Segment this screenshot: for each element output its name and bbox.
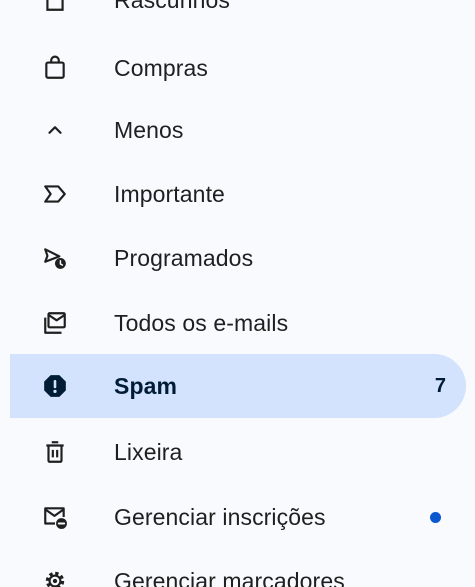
sidebar-item-label: Lixeira — [114, 438, 183, 465]
scheduled-send-icon — [40, 243, 70, 273]
sidebar-nav: Rascunhos Compras Menos Importante — [0, 0, 475, 587]
chevron-up-icon — [40, 115, 70, 145]
sidebar-item-manage-labels[interactable]: Gerenciar marcadores — [10, 549, 466, 587]
sidebar-item-label: Menos — [114, 116, 184, 143]
notification-dot — [430, 511, 441, 523]
sidebar-item-trash[interactable]: Lixeira — [10, 420, 466, 484]
gear-icon — [40, 566, 70, 587]
all-mail-icon — [40, 308, 70, 338]
sidebar-item-label: Gerenciar marcadores — [114, 567, 345, 587]
sidebar-item-spam[interactable]: Spam 7 — [10, 354, 466, 418]
trash-icon — [40, 437, 70, 467]
sidebar-item-label: Spam — [114, 372, 178, 399]
sidebar-item-all-mail[interactable]: Todos os e-mails — [10, 291, 466, 355]
sidebar-item-less[interactable]: Menos — [10, 98, 466, 162]
sidebar-item-drafts[interactable]: Rascunhos — [10, 0, 466, 32]
draft-icon — [40, 0, 70, 15]
unread-count-badge: 7 — [434, 374, 446, 397]
sidebar-item-purchases[interactable]: Compras — [10, 36, 466, 100]
manage-subscriptions-icon — [40, 502, 70, 532]
sidebar-item-manage-subscriptions[interactable]: Gerenciar inscrições — [10, 485, 466, 549]
sidebar-item-label: Importante — [114, 180, 225, 207]
sidebar-item-label: Programados — [114, 244, 254, 271]
shopping-bag-icon — [40, 53, 70, 83]
sidebar-item-important[interactable]: Importante — [10, 162, 466, 226]
sidebar-item-label: Rascunhos — [114, 0, 230, 14]
report-spam-icon — [40, 371, 70, 401]
sidebar-item-label: Gerenciar inscrições — [114, 503, 326, 530]
sidebar-item-label: Todos os e-mails — [114, 309, 289, 336]
label-important-icon — [40, 179, 70, 209]
sidebar-item-label: Compras — [114, 54, 209, 81]
sidebar-item-scheduled[interactable]: Programados — [10, 226, 466, 290]
